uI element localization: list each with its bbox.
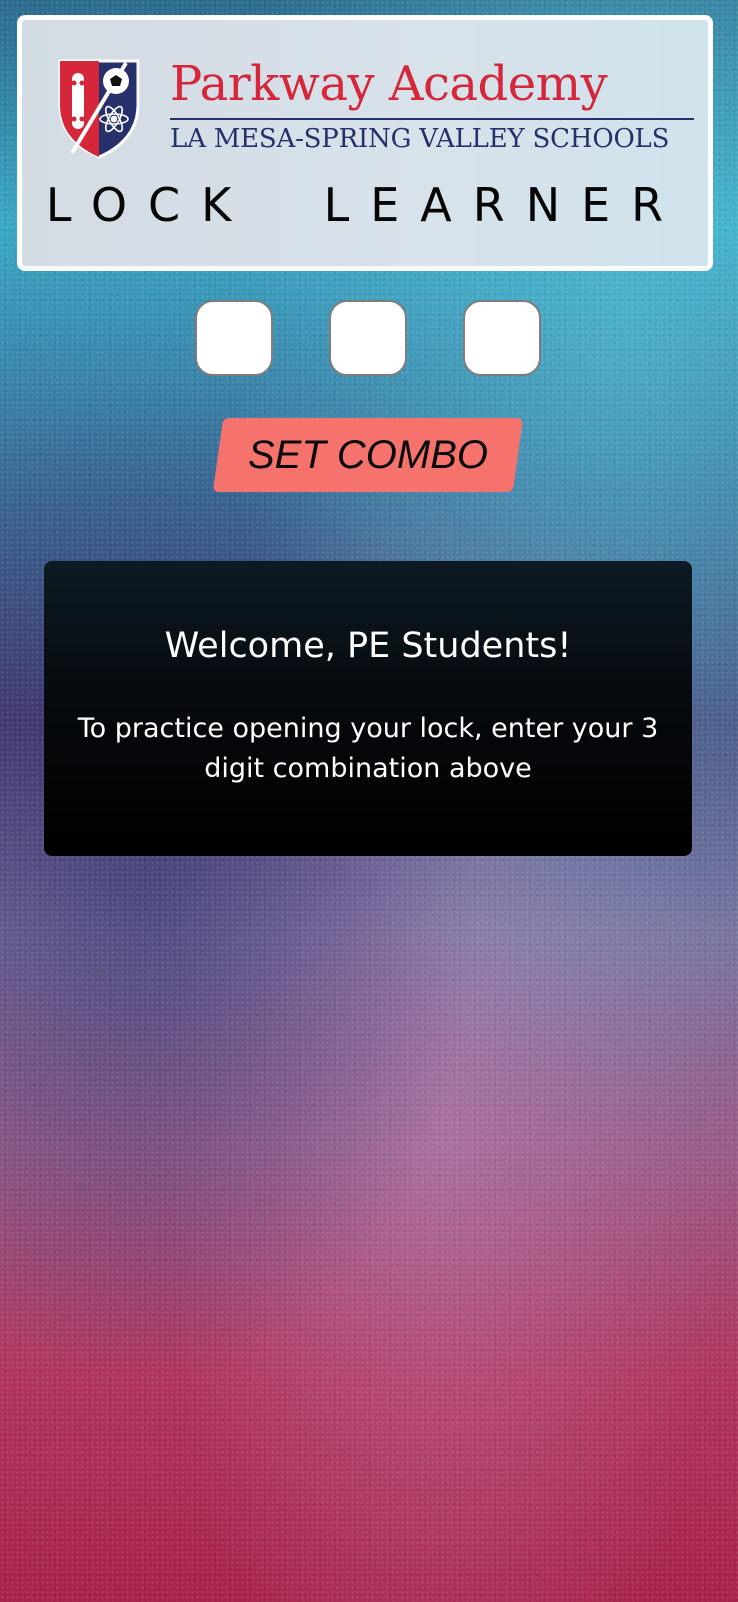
school-name: Parkway Academy bbox=[170, 56, 608, 112]
set-combo-label: SET COMBO bbox=[247, 433, 489, 477]
combo-digit-row bbox=[0, 300, 738, 376]
school-crest-icon bbox=[58, 59, 140, 159]
combo-digit-2-input[interactable] bbox=[329, 300, 407, 376]
school-name-divider bbox=[170, 118, 694, 120]
header-banner: Parkway Academy LA MESA-SPRING VALLEY SC… bbox=[17, 15, 713, 271]
skateboard-icon bbox=[71, 73, 85, 129]
school-district: LA MESA-SPRING VALLEY SCHOOLS bbox=[170, 124, 670, 154]
combo-digit-3-input[interactable] bbox=[463, 300, 541, 376]
combo-digit-1-input[interactable] bbox=[195, 300, 273, 376]
welcome-title: Welcome, PE Students! bbox=[164, 626, 572, 666]
app-title: LOCK LEARNER bbox=[45, 178, 685, 232]
soccer-ball-icon bbox=[103, 68, 129, 94]
welcome-card: Welcome, PE Students! To practice openin… bbox=[44, 561, 692, 856]
set-combo-button[interactable]: SET COMBO bbox=[212, 418, 524, 492]
welcome-message: To practice opening your lock, enter you… bbox=[77, 713, 659, 784]
